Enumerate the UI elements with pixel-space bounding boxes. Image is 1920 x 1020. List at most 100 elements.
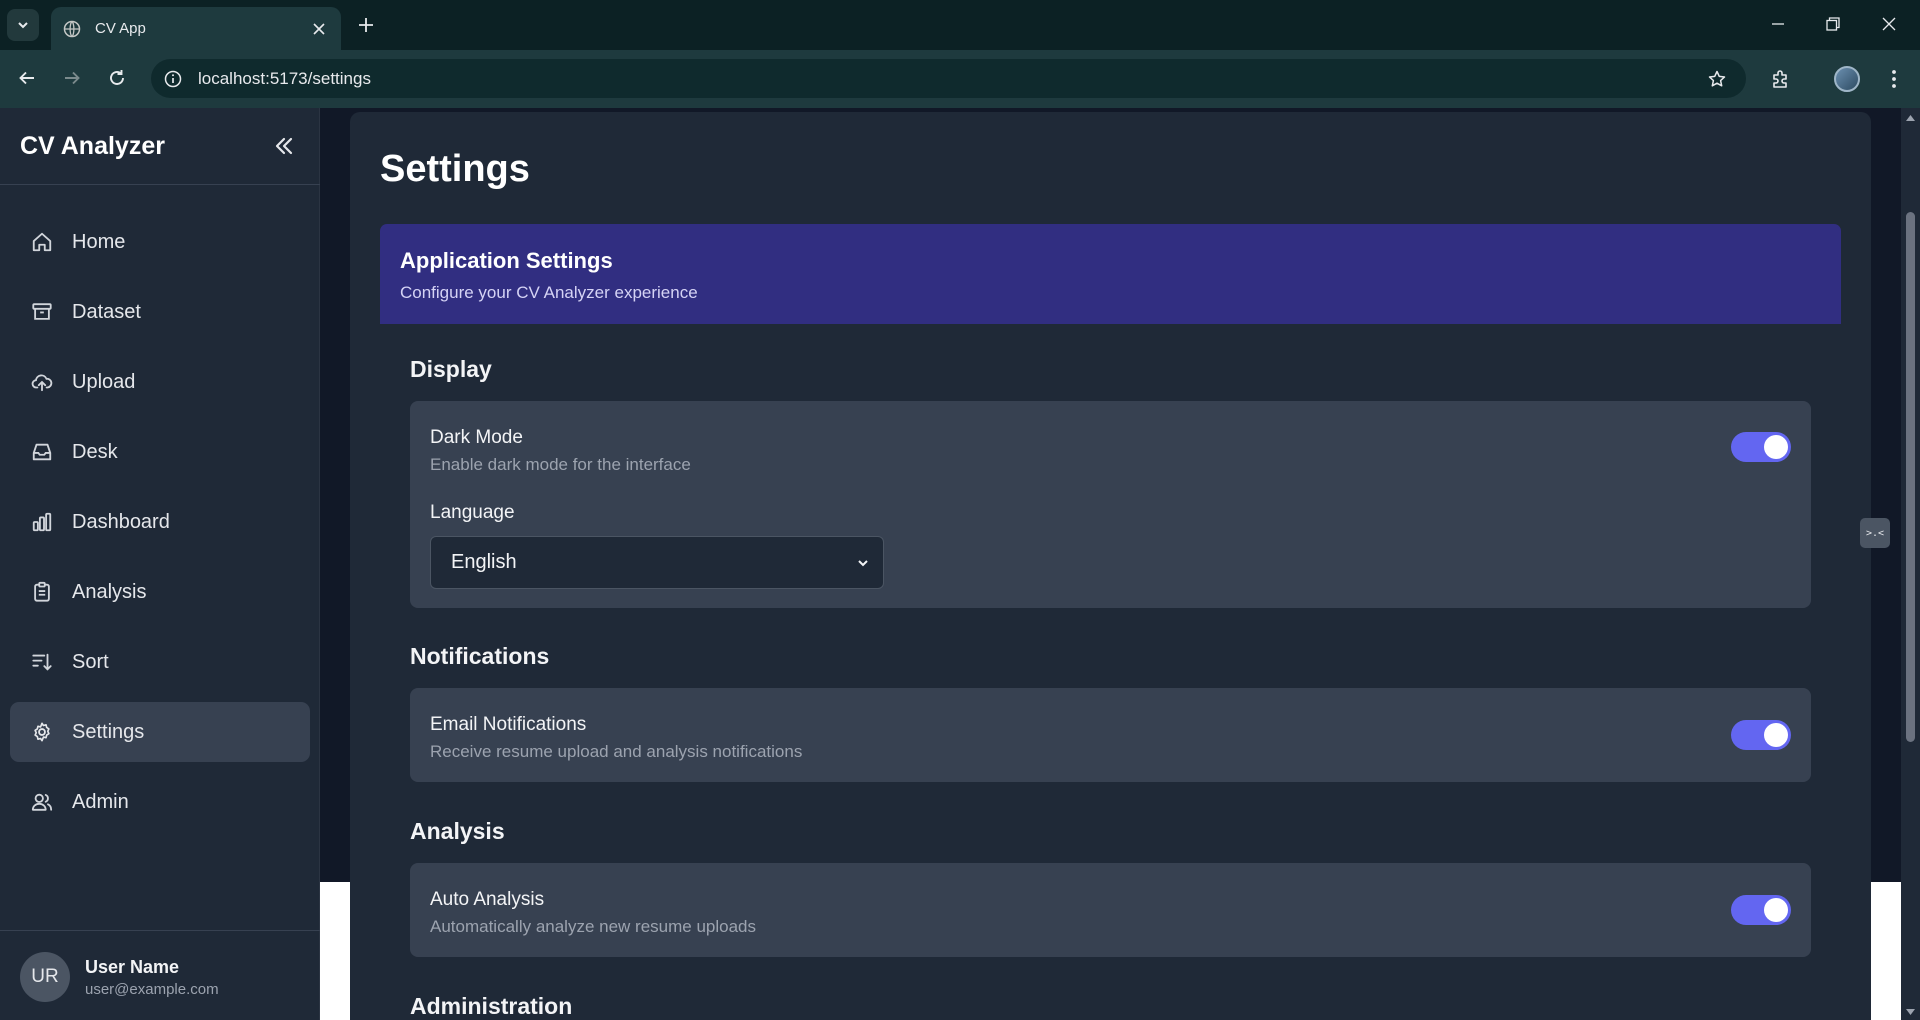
sidebar-item-dashboard[interactable]: Dashboard — [10, 492, 310, 552]
browser-tab[interactable]: CV App — [51, 7, 341, 50]
reload-icon — [110, 70, 124, 85]
scroll-down-icon[interactable] — [1905, 1006, 1916, 1017]
chevron-down-icon — [18, 22, 28, 29]
restore-icon — [1826, 17, 1840, 31]
close-window-button[interactable] — [1867, 8, 1911, 40]
notifications-settings-card: Email Notifications Receive resume uploa… — [410, 688, 1811, 782]
inbox-icon — [30, 440, 54, 464]
toggle-knob — [1764, 723, 1788, 747]
user-name: User Name — [85, 956, 180, 977]
user-profile[interactable]: UR User Name user@example.com — [20, 952, 219, 1002]
chevron-down-icon — [853, 553, 873, 573]
users-icon — [30, 790, 54, 814]
divider — [0, 930, 320, 931]
forward-button[interactable] — [56, 62, 88, 94]
divider — [0, 184, 320, 185]
arrow-left-icon — [19, 71, 34, 85]
language-select-value: English — [451, 551, 517, 573]
sidebar-item-label: Upload — [72, 370, 136, 393]
sidebar-item-home[interactable]: Home — [10, 212, 310, 272]
dark-mode-toggle[interactable] — [1731, 432, 1791, 462]
collapse-sidebar-button[interactable] — [268, 130, 300, 162]
chevrons-left-icon — [275, 137, 293, 155]
analysis-settings-card: Auto Analysis Automatically analyze new … — [410, 863, 1811, 957]
banner-subtitle: Configure your CV Analyzer experience — [400, 283, 698, 302]
sidebar-item-dataset[interactable]: Dataset — [10, 282, 310, 342]
section-title-analysis: Analysis — [410, 818, 505, 844]
toggle-knob — [1764, 898, 1788, 922]
sidebar-nav: Home Dataset Upload Desk Dashboard Analy… — [10, 212, 310, 842]
restore-button[interactable] — [1811, 8, 1855, 40]
globe-icon — [63, 20, 81, 38]
banner-title: Application Settings — [400, 248, 613, 273]
star-icon[interactable] — [1704, 66, 1730, 92]
sidebar-item-sort[interactable]: Sort — [10, 632, 310, 692]
clipboard-icon — [30, 580, 54, 604]
extension-floating-badge[interactable]: >.< — [1860, 518, 1890, 548]
profile-button[interactable] — [1830, 62, 1864, 96]
dark-mode-label: Dark Mode — [430, 427, 523, 448]
new-tab-button[interactable] — [351, 10, 381, 40]
settings-banner: Application Settings Configure your CV A… — [380, 224, 1841, 324]
scrollbar-thumb[interactable] — [1906, 212, 1915, 742]
back-button[interactable] — [11, 62, 43, 94]
sidebar-item-desk[interactable]: Desk — [10, 422, 310, 482]
sidebar-item-admin[interactable]: Admin — [10, 772, 310, 832]
section-title-administration: Administration — [410, 993, 573, 1019]
extensions-button[interactable] — [1764, 62, 1798, 96]
home-icon — [30, 230, 54, 254]
sort-icon — [30, 650, 54, 674]
dark-mode-description: Enable dark mode for the interface — [430, 455, 691, 474]
scroll-up-icon[interactable] — [1905, 112, 1916, 123]
email-notifications-toggle[interactable] — [1731, 720, 1791, 750]
puzzle-icon — [1773, 70, 1787, 88]
auto-analysis-toggle[interactable] — [1731, 895, 1791, 925]
plus-icon — [359, 18, 373, 32]
display-settings-card: Dark Mode Enable dark mode for the inter… — [410, 401, 1811, 608]
email-notifications-label: Email Notifications — [430, 714, 587, 735]
page-title: Settings — [380, 148, 530, 190]
browser-toolbar: localhost:5173/settings — [0, 50, 1920, 108]
address-bar[interactable]: localhost:5173/settings — [151, 59, 1746, 98]
sidebar-item-settings[interactable]: Settings — [10, 702, 310, 762]
browser-menu-button[interactable] — [1877, 62, 1911, 96]
sidebar-item-label: Analysis — [72, 580, 147, 603]
browser-tab-strip: CV App — [0, 0, 1920, 50]
sidebar-item-label: Settings — [72, 720, 145, 743]
sidebar-item-label: Desk — [72, 440, 118, 463]
avatar: UR — [20, 952, 70, 1002]
section-title-display: Display — [410, 356, 492, 382]
page-scrollbar[interactable] — [1901, 108, 1920, 1020]
url-text[interactable]: localhost:5173/settings — [198, 69, 1704, 89]
auto-analysis-description: Automatically analyze new resume uploads — [430, 917, 757, 936]
sidebar-item-analysis[interactable]: Analysis — [10, 562, 310, 622]
reload-button[interactable] — [101, 62, 133, 94]
section-title-notifications: Notifications — [410, 643, 550, 669]
toggle-knob — [1764, 435, 1788, 459]
settings-panel: Settings Application Settings Configure … — [350, 112, 1871, 1020]
auto-analysis-label: Auto Analysis — [430, 889, 545, 910]
sidebar-item-upload[interactable]: Upload — [10, 352, 310, 412]
sidebar-item-label: Sort — [72, 650, 109, 673]
language-label: Language — [430, 502, 515, 523]
minimize-button[interactable] — [1756, 8, 1800, 40]
bar-chart-icon — [30, 510, 54, 534]
archive-icon — [30, 300, 54, 324]
tab-title: CV App — [95, 20, 146, 37]
tab-search-button[interactable] — [7, 9, 39, 41]
info-icon[interactable] — [162, 68, 184, 90]
minimize-icon — [1772, 23, 1784, 25]
user-meta: User Name user@example.com — [85, 957, 219, 998]
user-email: user@example.com — [85, 980, 219, 998]
sidebar-item-label: Dataset — [72, 300, 141, 323]
language-select[interactable]: English — [430, 536, 884, 589]
email-notifications-description: Receive resume upload and analysis notif… — [430, 742, 803, 761]
avatar — [1834, 66, 1860, 92]
more-vertical-icon — [1892, 70, 1896, 88]
sidebar-item-label: Admin — [72, 790, 129, 813]
app-brand: CV Analyzer — [20, 132, 165, 160]
cloud-upload-icon — [30, 370, 54, 394]
sidebar: CV Analyzer Home Dataset Upload Desk Das… — [0, 108, 320, 1020]
close-icon[interactable] — [309, 19, 329, 39]
close-icon — [1882, 17, 1896, 31]
